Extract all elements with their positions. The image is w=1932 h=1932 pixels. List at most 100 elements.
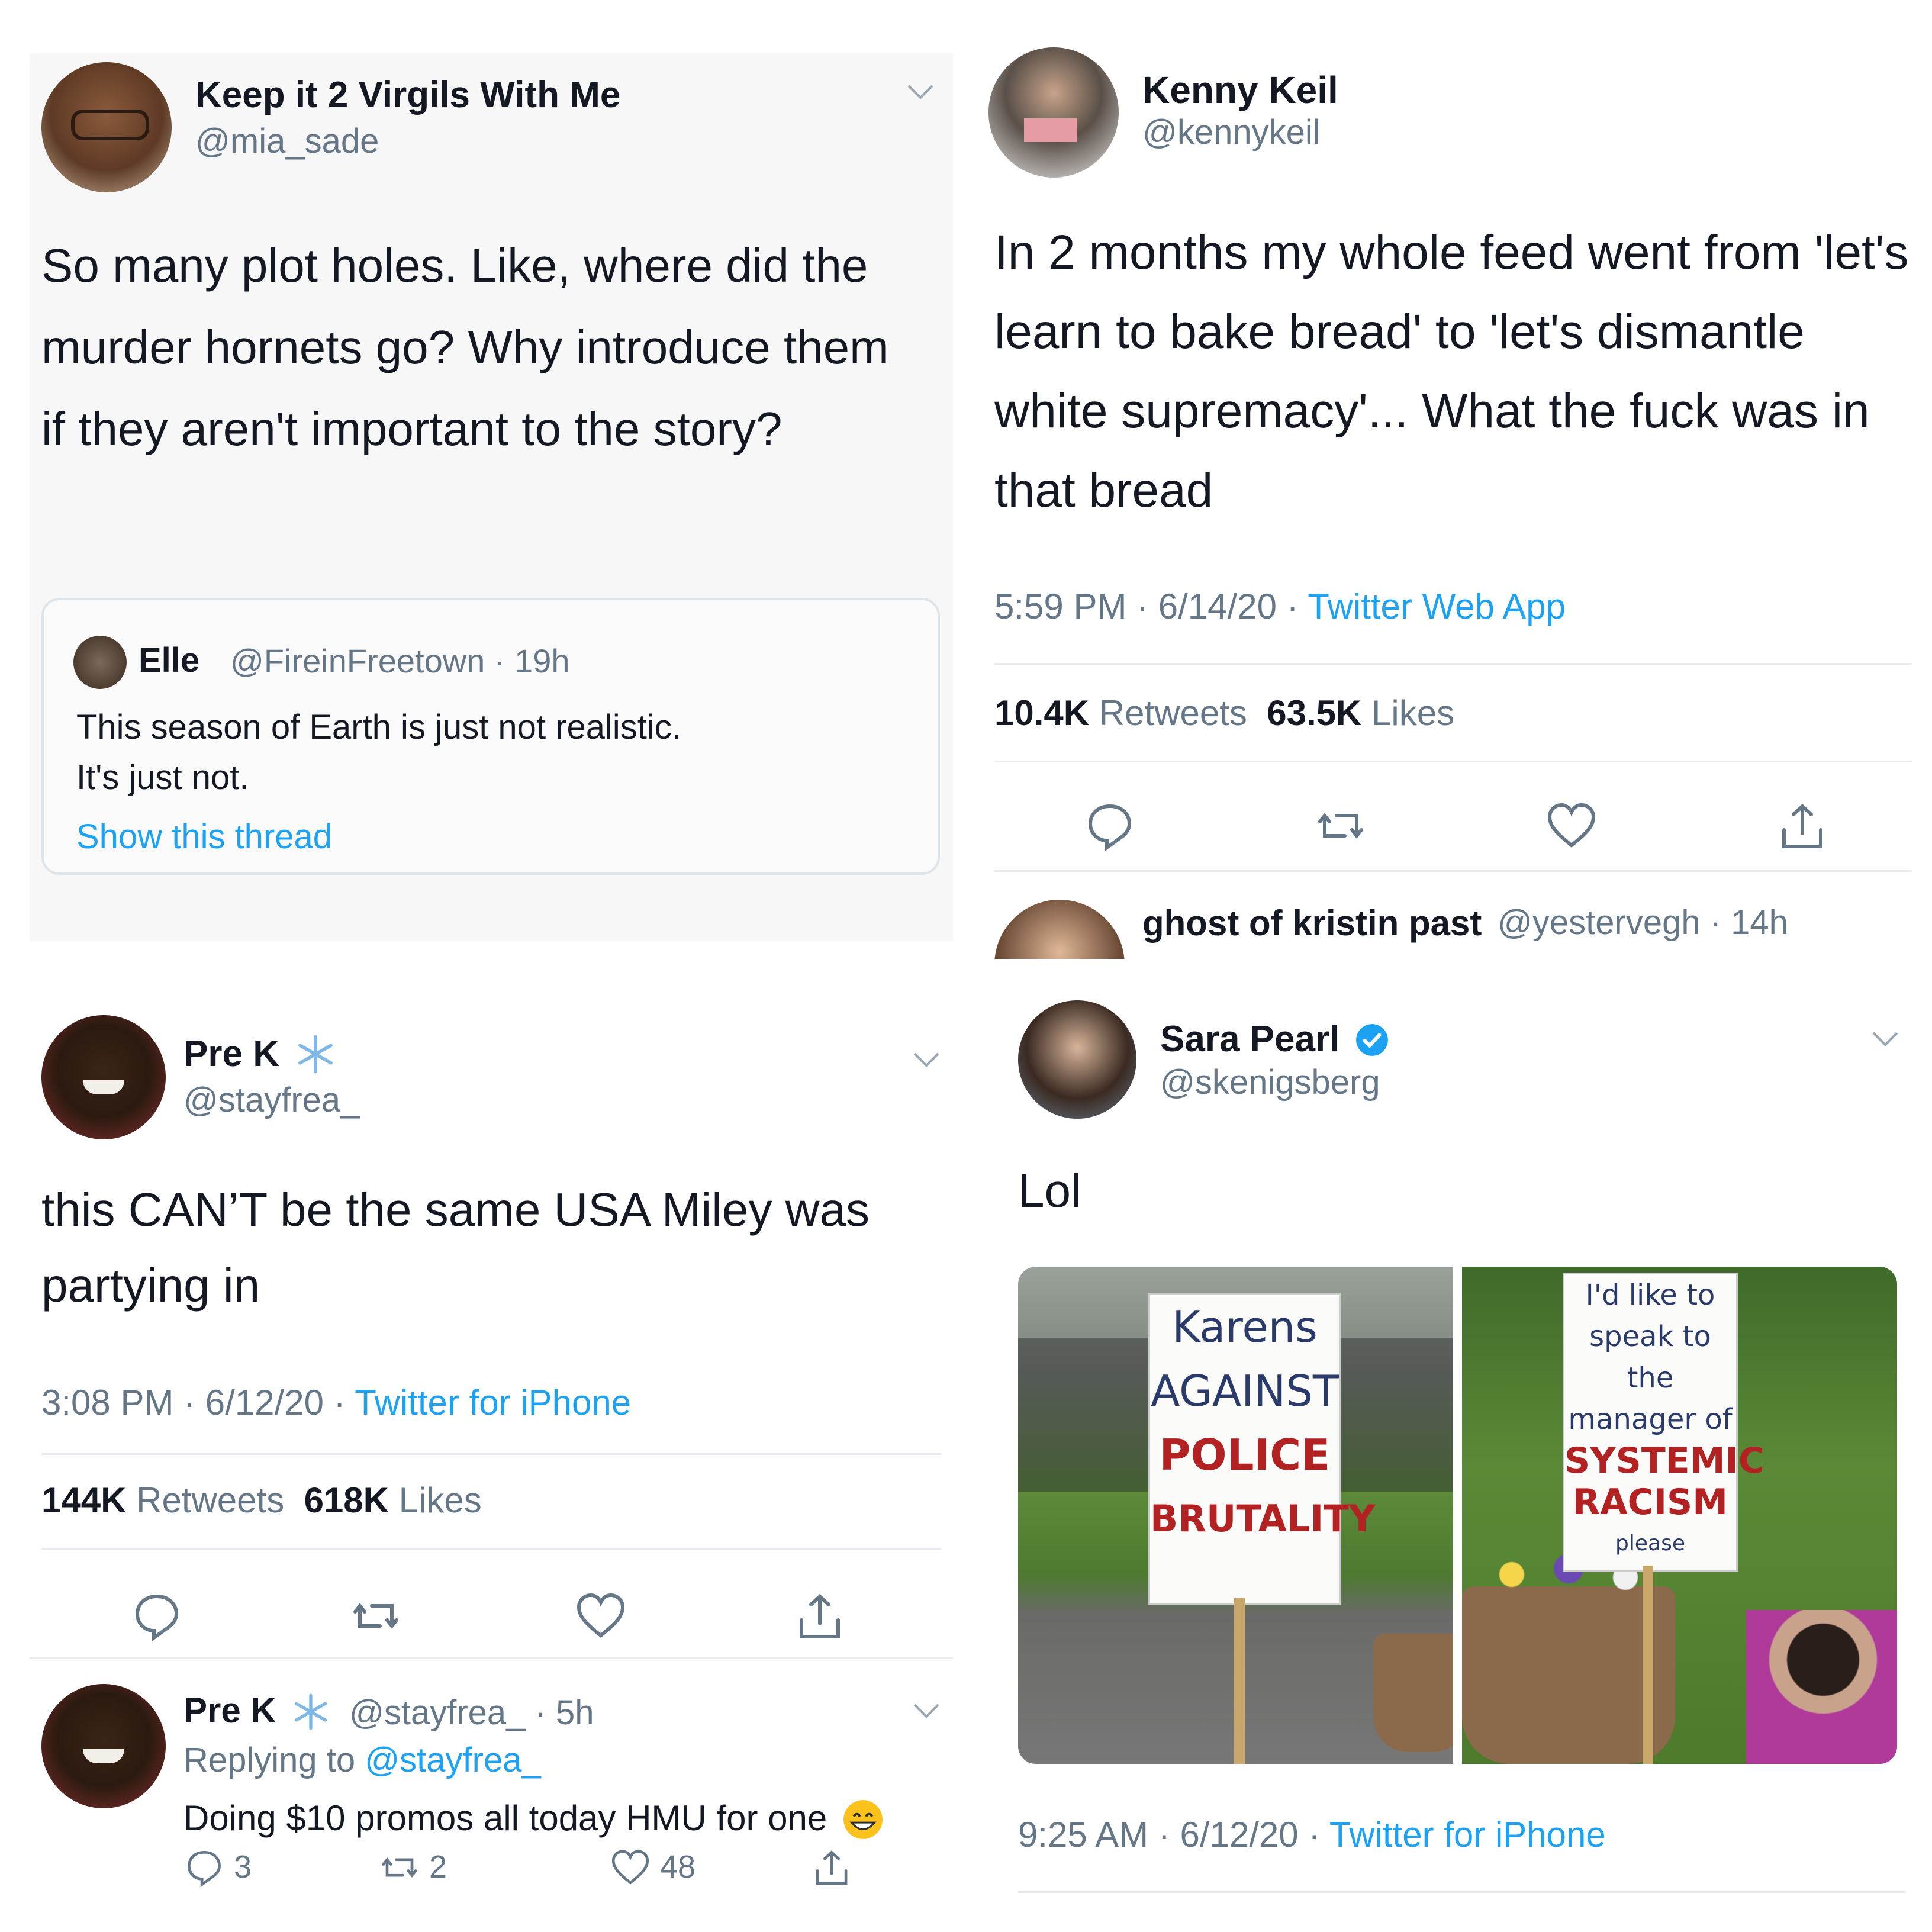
retweets-label[interactable]: Retweets: [1099, 693, 1247, 733]
avatar[interactable]: [988, 47, 1119, 178]
tweet-text: In 2 months my whole feed went from 'let…: [994, 226, 1909, 517]
tweet-panel-2: Kenny Keil @kennykeil In 2 months my who…: [983, 36, 1924, 959]
like-icon[interactable]: [610, 1847, 651, 1888]
reply-handle-time[interactable]: @yestervegh · 14h: [1498, 903, 1788, 942]
like-icon[interactable]: [574, 1589, 627, 1643]
replying-to-prefix: Replying to: [183, 1741, 365, 1779]
divider: [994, 761, 1912, 762]
source-link[interactable]: Twitter Web App: [1308, 587, 1566, 626]
display-name[interactable]: Keep it 2 Virgils With Me: [195, 74, 620, 116]
likes-label[interactable]: Likes: [1371, 693, 1454, 733]
display-name-text[interactable]: Pre K: [183, 1033, 279, 1074]
replying-to-handle[interactable]: @stayfrea_: [365, 1741, 540, 1779]
tweet-timestamp: 5:59 PM · 6/14/20 · Twitter Web App: [994, 586, 1566, 627]
tweet-text: So many plot holes. Like, where did the …: [41, 239, 889, 455]
reply-text-content: Doing $10 promos all today HMU for one: [183, 1798, 827, 1838]
avatar[interactable]: [41, 62, 172, 192]
tweet-photo-2[interactable]: I'd like to speak to the manager of SYST…: [1462, 1267, 1897, 1764]
tweet-photo-1[interactable]: Karens AGAINST POLICE BRUTALITY: [1018, 1267, 1453, 1764]
like-count[interactable]: 63.5K: [1267, 693, 1361, 733]
chevron-down-icon[interactable]: [912, 1051, 941, 1068]
likes-label[interactable]: Likes: [399, 1480, 482, 1520]
avatar[interactable]: [41, 1684, 166, 1808]
avatar-smile: [83, 1749, 124, 1763]
user-handle[interactable]: @skenigsberg: [1160, 1062, 1380, 1102]
user-handle[interactable]: @mia_sade: [195, 121, 379, 161]
reply-handle-time[interactable]: @stayfrea_ · 5h: [349, 1693, 594, 1733]
chevron-down-icon[interactable]: [912, 1702, 941, 1720]
display-name-text[interactable]: Sara Pearl: [1160, 1019, 1339, 1060]
reply-icon[interactable]: [130, 1589, 183, 1643]
planter: [1373, 1634, 1453, 1752]
sign-line: please: [1615, 1531, 1685, 1556]
retweet-count[interactable]: 144K: [41, 1480, 126, 1520]
reply-action[interactable]: 3: [183, 1847, 252, 1888]
reply-display-name[interactable]: Pre K: [183, 1690, 330, 1731]
retweet-icon[interactable]: [379, 1847, 420, 1888]
share-icon[interactable]: [793, 1589, 846, 1643]
retweet-count: 2: [429, 1849, 447, 1885]
sign-line: SYSTEMIC: [1564, 1440, 1764, 1482]
quoted-tweet[interactable]: Elle @FireinFreetown · 19h This season o…: [41, 598, 940, 875]
user-handle[interactable]: @kennykeil: [1142, 112, 1321, 152]
grin-emoji-icon: [843, 1800, 883, 1839]
display-name[interactable]: Kenny Keil: [1142, 68, 1338, 112]
masked-person: [1746, 1610, 1897, 1764]
sign-line: I'd like to: [1585, 1279, 1715, 1312]
avatar-glasses: [71, 110, 149, 140]
like-icon[interactable]: [1545, 799, 1598, 852]
like-count[interactable]: 618K: [304, 1480, 389, 1520]
timestamp-text: 5:59 PM · 6/14/20 ·: [994, 587, 1308, 626]
source-link[interactable]: Twitter for iPhone: [355, 1383, 631, 1422]
tweet-panel-4: Sara Pearl @skenigsberg Lol Karens AGAIN…: [994, 983, 1918, 1918]
avatar[interactable]: [994, 900, 1125, 959]
chevron-down-icon[interactable]: [906, 83, 935, 101]
divider: [994, 870, 1912, 872]
divider: [994, 663, 1912, 665]
tweet-stats: 144K Retweets 618K Likes: [41, 1480, 482, 1521]
like-action[interactable]: 48: [610, 1847, 695, 1888]
retweet-icon[interactable]: [349, 1589, 402, 1643]
quoted-text-line2: It's just not.: [76, 758, 249, 797]
timestamp-text: 9:25 AM · 6/12/20 ·: [1018, 1815, 1329, 1854]
reply-display-name[interactable]: ghost of kristin past: [1142, 903, 1482, 944]
tweet-timestamp: 3:08 PM · 6/12/20 · Twitter for iPhone: [41, 1382, 631, 1423]
retweet-count[interactable]: 10.4K: [994, 693, 1089, 733]
tweet-timestamp: 9:25 AM · 6/12/20 · Twitter for iPhone: [1018, 1814, 1606, 1855]
avatar: [73, 636, 127, 689]
protest-sign-1: Karens AGAINST POLICE BRUTALITY: [1148, 1293, 1376, 1605]
retweet-icon[interactable]: [1314, 799, 1367, 852]
divider: [41, 1548, 941, 1550]
quoted-text-line1: This season of Earth is just not realist…: [76, 708, 681, 746]
share-icon[interactable]: [1776, 799, 1829, 852]
divider: [1018, 1891, 1906, 1893]
reply-count: 3: [234, 1849, 252, 1885]
timestamp-text: 3:08 PM · 6/12/20 ·: [41, 1383, 355, 1422]
reply-icon[interactable]: [183, 1847, 225, 1888]
share-icon[interactable]: [811, 1847, 852, 1888]
sign-line: BRUTALITY: [1150, 1497, 1376, 1540]
sign-stick: [1234, 1598, 1245, 1764]
reply-icon[interactable]: [1083, 799, 1136, 852]
sign-line: RACISM: [1573, 1482, 1728, 1523]
reply-display-name-text[interactable]: Pre K: [183, 1690, 276, 1730]
retweets-label[interactable]: Retweets: [136, 1480, 284, 1520]
display-name[interactable]: Pre K: [183, 1033, 336, 1075]
user-handle[interactable]: @stayfrea_: [183, 1080, 359, 1120]
sign-line: AGAINST: [1151, 1366, 1339, 1416]
avatar[interactable]: [41, 1015, 166, 1139]
avatar[interactable]: [1018, 1000, 1136, 1119]
tweet-panel-1: Keep it 2 Virgils With Me @mia_sade So m…: [30, 53, 953, 941]
source-link[interactable]: Twitter for iPhone: [1329, 1815, 1606, 1854]
like-count: 48: [660, 1849, 696, 1885]
tweet-stats: 10.4K Retweets 63.5K Likes: [994, 693, 1454, 733]
share-action[interactable]: [811, 1847, 852, 1888]
retweet-action[interactable]: 2: [379, 1847, 447, 1888]
tweet-text: Lol: [1018, 1164, 1081, 1217]
display-name[interactable]: Sara Pearl: [1160, 1018, 1390, 1060]
replying-to: Replying to @stayfrea_: [183, 1740, 541, 1780]
show-thread-link[interactable]: Show this thread: [76, 810, 332, 864]
protest-sign-2: I'd like to speak to the manager of SYST…: [1563, 1273, 1764, 1572]
tweet-text: this CAN’T be the same USA Miley was par…: [41, 1183, 870, 1312]
chevron-down-icon[interactable]: [1870, 1030, 1900, 1048]
